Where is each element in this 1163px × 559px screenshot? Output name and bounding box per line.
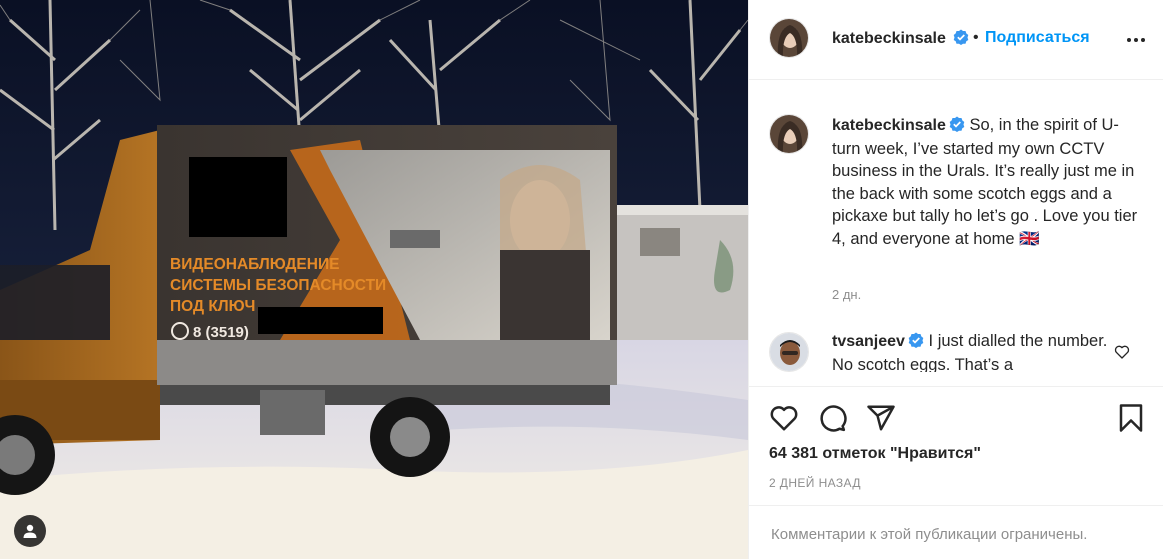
avatar[interactable] — [769, 332, 809, 372]
comments-disabled-text: Комментарии к этой публикации ограничены… — [771, 526, 1088, 543]
heart-icon[interactable] — [769, 403, 799, 433]
share-icon[interactable] — [866, 403, 896, 433]
verified-icon — [949, 116, 965, 132]
caption-text-block: katebeckinsale So, in the spirit of U-tu… — [832, 114, 1142, 250]
comment-text-block: tvsanjeev I just dialled the number. No … — [832, 330, 1112, 376]
post-panel: katebeckinsale • Подписаться katebeckins… — [748, 0, 1163, 559]
photo-image: ВИДЕОНАБЛЮДЕНИЕ СИСТЕМЫ БЕЗОПАСНОСТИ ПОД… — [0, 0, 748, 559]
likes-count[interactable]: 64 381 отметок "Нравится" — [769, 445, 981, 463]
heart-icon[interactable] — [1114, 344, 1130, 360]
avatar[interactable] — [769, 18, 809, 58]
ad-line-3: ПОД КЛЮЧ — [170, 298, 255, 315]
ad-line-1: ВИДЕОНАБЛЮДЕНИЕ — [170, 256, 339, 273]
user-tag-button[interactable] — [14, 515, 46, 547]
caption-text: So, in the spirit of U-turn week, I’ve s… — [832, 116, 1138, 248]
comment-username[interactable]: tvsanjeev — [832, 333, 905, 350]
verified-icon — [954, 29, 969, 45]
user-tag-icon — [23, 524, 37, 538]
header-separator: • — [973, 29, 979, 46]
follow-button[interactable]: Подписаться — [985, 29, 1090, 47]
ad-line-2: СИСТЕМЫ БЕЗОПАСНОСТИ — [170, 277, 386, 294]
comments-section: katebeckinsale So, in the spirit of U-tu… — [749, 81, 1163, 386]
more-options-icon[interactable] — [1124, 28, 1148, 52]
comments-disabled-footer: Комментарии к этой публикации ограничены… — [749, 505, 1163, 559]
caption-username[interactable]: katebeckinsale — [832, 117, 946, 134]
comments-fade — [749, 372, 1163, 386]
post-header: katebeckinsale • Подписаться — [749, 0, 1163, 80]
comment-icon[interactable] — [817, 403, 847, 433]
header-username-label[interactable]: katebeckinsale — [832, 30, 946, 47]
ad-phone: 8 (3519) — [193, 324, 249, 341]
post-timestamp[interactable]: 2 ДНЕЙ НАЗАД — [769, 476, 861, 490]
header-username[interactable]: katebeckinsale — [832, 29, 969, 48]
post-actions: 64 381 отметок "Нравится" 2 ДНЕЙ НАЗАД — [749, 386, 1163, 504]
post-photo[interactable]: ВИДЕОНАБЛЮДЕНИЕ СИСТЕМЫ БЕЗОПАСНОСТИ ПОД… — [0, 0, 748, 559]
bookmark-icon[interactable] — [1116, 403, 1146, 433]
verified-icon — [908, 332, 924, 348]
caption-time[interactable]: 2 дн. — [832, 287, 861, 302]
avatar[interactable] — [769, 114, 809, 154]
